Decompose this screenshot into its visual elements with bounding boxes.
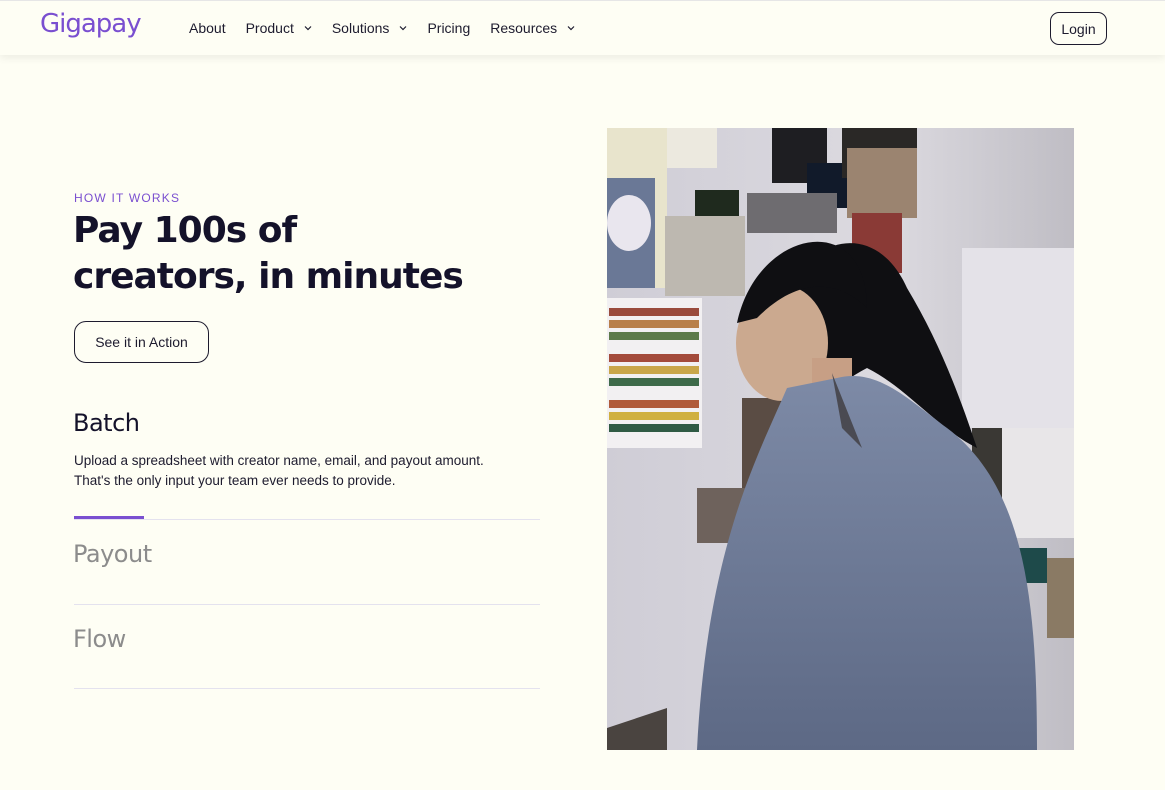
chevron-down-icon [304,26,312,31]
step-divider [74,519,540,520]
step-divider [74,604,540,605]
step-divider [74,688,540,689]
title-line-2: creators, in minutes [73,256,464,297]
nav-item-resources[interactable]: Resources [490,19,575,37]
site-header: Gigapay About Product Solutions Pricing … [0,0,1165,55]
step-batch-title[interactable]: Batch [73,409,140,437]
woman-moodboard-image [607,128,1074,750]
nav-item-label: Product [245,20,294,36]
nav-item-label: About [189,20,226,36]
nav-item-solutions[interactable]: Solutions [332,19,408,37]
step-flow-title[interactable]: Flow [73,625,126,653]
nav-item-label: Pricing [427,20,471,36]
step-payout-title[interactable]: Payout [73,540,152,568]
nav-item-pricing[interactable]: Pricing [427,19,470,37]
step-progress-bar [74,516,144,519]
see-it-in-action-button[interactable]: See it in Action [74,321,209,363]
nav-item-label: Solutions [331,20,390,36]
gigapay-logo[interactable]: Gigapay [40,9,142,39]
nav-item-about[interactable]: About [189,19,226,37]
chevron-down-icon [400,26,407,31]
step-batch-description: Upload a spreadsheet with creator name, … [74,453,484,488]
hero-photo [607,128,1074,750]
nav-item-label: Resources [490,20,558,36]
page-title: Pay 100s of creators, in minutes [73,208,493,300]
nav-item-product[interactable]: Product [246,19,312,37]
title-line-1: Pay 100s of [73,210,297,251]
section-eyebrow: HOW IT WORKS [74,191,181,205]
login-button[interactable]: Login [1050,12,1107,45]
chevron-down-icon [567,26,575,31]
main-nav: About Product Solutions Pricing Resource… [189,19,595,37]
